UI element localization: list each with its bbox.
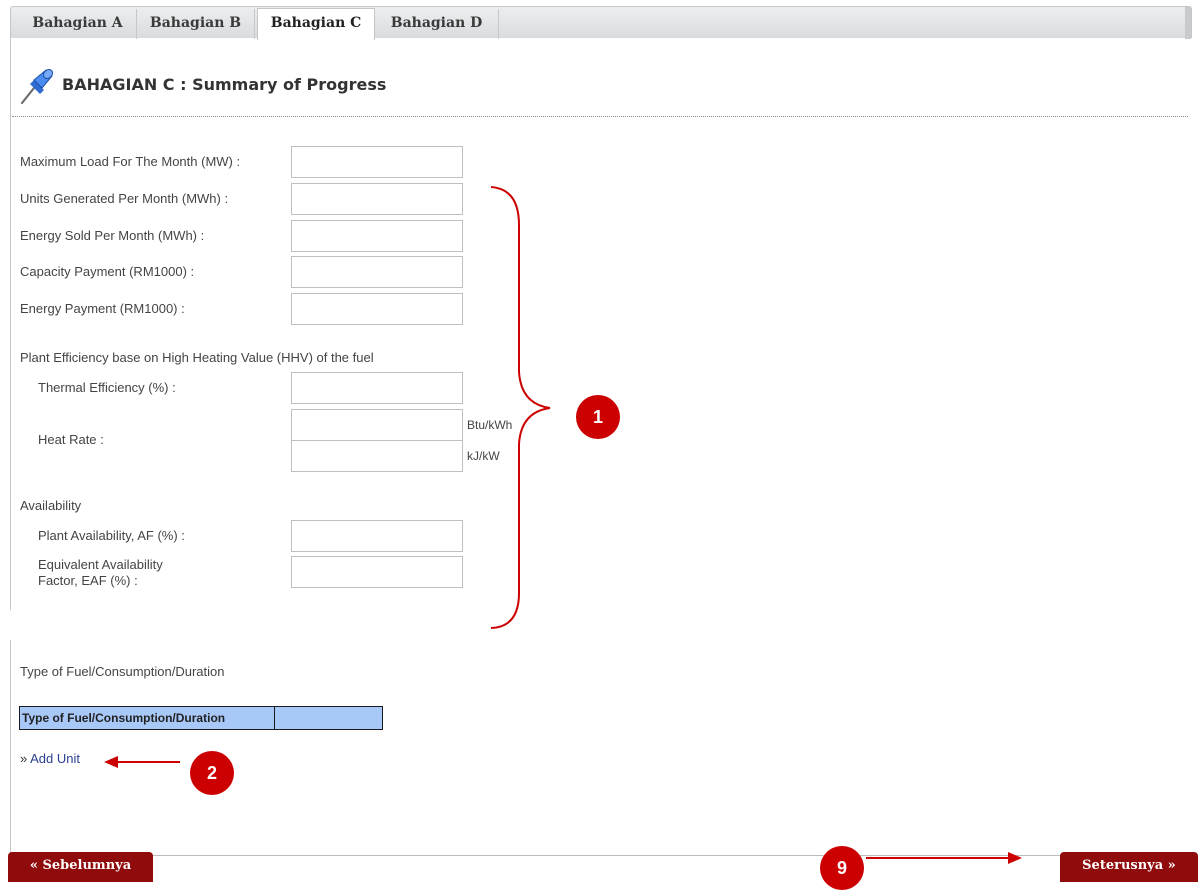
annotation-badge-1: 1 xyxy=(576,395,620,439)
arrow-2 xyxy=(104,756,180,768)
annotation-brace xyxy=(490,186,551,629)
arrow-9 xyxy=(866,852,1022,864)
annotation-badge-2: 2 xyxy=(190,751,234,795)
annotation-overlay xyxy=(104,186,1022,864)
annotation-badge-9: 9 xyxy=(820,846,864,890)
